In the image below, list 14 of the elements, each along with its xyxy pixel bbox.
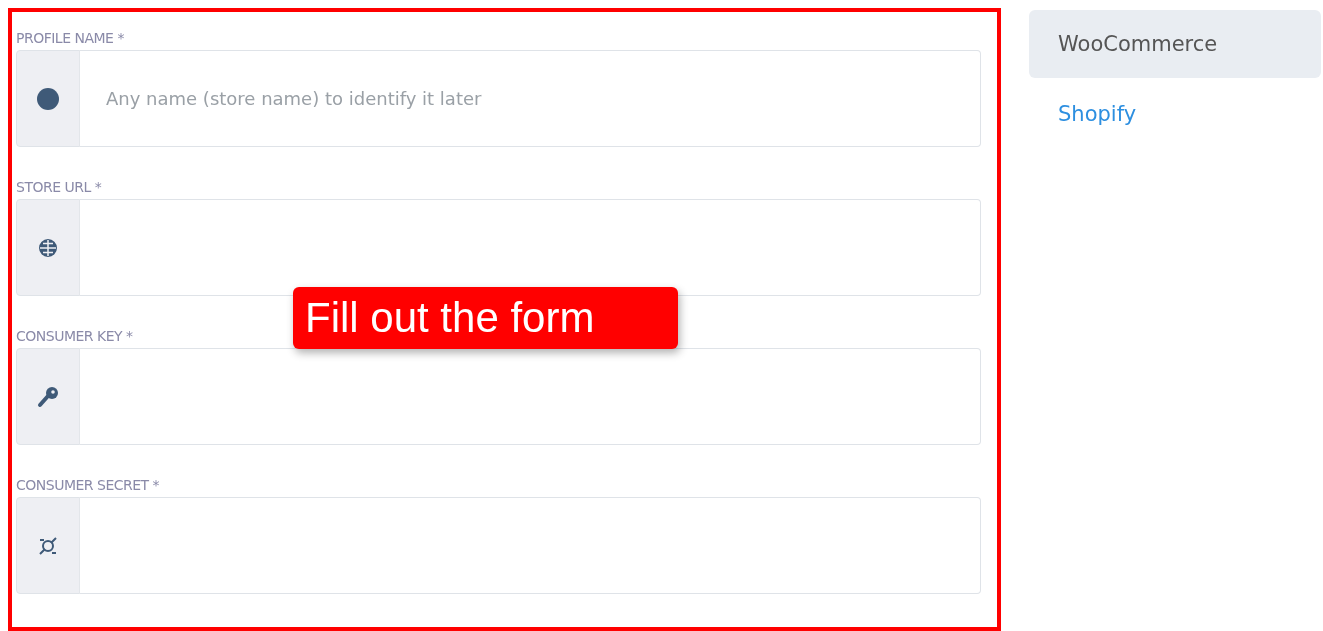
key-icon <box>37 385 59 408</box>
platform-tab[interactable]: WooCommerce <box>1029 10 1321 78</box>
field-label: CONSUMER KEY * <box>16 327 133 346</box>
input-field[interactable]: Any name (store name) to identify it later <box>79 50 981 147</box>
field-label: STORE URL * <box>16 178 102 197</box>
globe-icon <box>38 237 58 258</box>
input-field[interactable] <box>79 199 981 296</box>
input-field[interactable] <box>79 497 981 594</box>
callout-label: Fill out the form <box>293 287 678 349</box>
circle-icon <box>37 87 59 110</box>
field-label: PROFILE NAME * <box>16 29 124 48</box>
input-field[interactable] <box>79 348 981 445</box>
platform-tab[interactable]: Shopify <box>1029 80 1321 148</box>
field-label: CONSUMER SECRET * <box>16 476 160 495</box>
